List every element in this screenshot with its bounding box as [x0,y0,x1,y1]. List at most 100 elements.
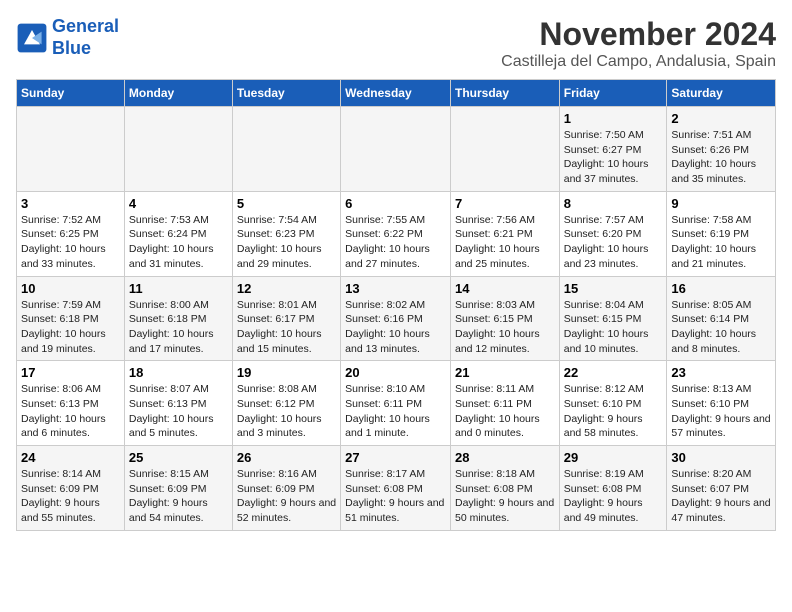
day-info: Sunrise: 7:50 AM Sunset: 6:27 PM Dayligh… [564,128,663,187]
header: General Blue November 2024 Castilleja de… [16,16,776,71]
day-info: Sunrise: 8:08 AM Sunset: 6:12 PM Dayligh… [237,382,336,441]
day-cell: 8Sunrise: 7:57 AM Sunset: 6:20 PM Daylig… [559,191,667,276]
logo-line2: Blue [52,38,91,58]
title-area: November 2024 Castilleja del Campo, Anda… [501,16,776,71]
day-cell: 4 Sunrise: 7:53 AM Sunset: 6:24 PM Daylig… [124,191,232,276]
day-cell: 24Sunrise: 8:14 AM Sunset: 6:09 PM Dayli… [17,446,125,531]
header-thursday: Thursday [450,80,559,107]
day-info: Sunrise: 8:18 AM Sunset: 6:08 PM Dayligh… [455,467,555,526]
day-number: 22 [564,365,663,380]
day-info: Sunrise: 7:53 AM Sunset: 6:24 PM Dayligh… [129,213,228,272]
logo-icon [16,22,48,54]
day-info: Sunrise: 7:56 AM Sunset: 6:21 PM Dayligh… [455,213,555,272]
day-cell: 29 Sunrise: 8:19 AM Sunset: 6:08 PM Dayli… [559,446,667,531]
day-number: 21 [455,365,555,380]
day-info: Sunrise: 8:07 AM Sunset: 6:13 PM Dayligh… [129,382,228,441]
day-cell: 22 Sunrise: 8:12 AM Sunset: 6:10 PM Dayli… [559,361,667,446]
day-number: 19 [237,365,336,380]
location: Castilleja del Campo, Andalusia, Spain [501,53,776,71]
day-cell: 7 Sunrise: 7:56 AM Sunset: 6:21 PM Daylig… [450,191,559,276]
day-number: 29 [564,450,663,465]
day-number: 4 [129,196,228,211]
day-info: Sunrise: 7:51 AM Sunset: 6:26 PM Dayligh… [671,128,771,187]
day-number: 6 [345,196,446,211]
day-cell: 20 Sunrise: 8:10 AM Sunset: 6:11 PM Dayli… [341,361,451,446]
day-number: 17 [21,365,120,380]
day-number: 15 [564,281,663,296]
week-row-2: 10 Sunrise: 7:59 AM Sunset: 6:18 PM Dayli… [17,276,776,361]
day-info: Sunrise: 8:03 AM Sunset: 6:15 PM Dayligh… [455,298,555,357]
day-cell: 13Sunrise: 8:02 AM Sunset: 6:16 PM Dayli… [341,276,451,361]
day-info: Sunrise: 8:20 AM Sunset: 6:07 PM Dayligh… [671,467,771,526]
day-info: Sunrise: 7:55 AM Sunset: 6:22 PM Dayligh… [345,213,446,272]
day-cell: 14 Sunrise: 8:03 AM Sunset: 6:15 PM Dayli… [450,276,559,361]
day-number: 16 [671,281,771,296]
day-cell: 9 Sunrise: 7:58 AM Sunset: 6:19 PM Daylig… [667,191,776,276]
day-cell: 10 Sunrise: 7:59 AM Sunset: 6:18 PM Dayli… [17,276,125,361]
day-number: 9 [671,196,771,211]
day-number: 23 [671,365,771,380]
day-cell: 27Sunrise: 8:17 AM Sunset: 6:08 PM Dayli… [341,446,451,531]
month-title: November 2024 [501,16,776,53]
week-row-4: 24Sunrise: 8:14 AM Sunset: 6:09 PM Dayli… [17,446,776,531]
day-info: Sunrise: 8:12 AM Sunset: 6:10 PM Dayligh… [564,382,663,441]
day-info: Sunrise: 8:13 AM Sunset: 6:10 PM Dayligh… [671,382,771,441]
day-info: Sunrise: 8:00 AM Sunset: 6:18 PM Dayligh… [129,298,228,357]
day-number: 25 [129,450,228,465]
day-info: Sunrise: 7:54 AM Sunset: 6:23 PM Dayligh… [237,213,336,272]
day-cell: 28 Sunrise: 8:18 AM Sunset: 6:08 PM Dayli… [450,446,559,531]
day-cell [232,107,340,192]
header-monday: Monday [124,80,232,107]
day-cell [450,107,559,192]
day-number: 13 [345,281,446,296]
day-cell: 11 Sunrise: 8:00 AM Sunset: 6:18 PM Dayli… [124,276,232,361]
day-number: 30 [671,450,771,465]
day-cell: 26Sunrise: 8:16 AM Sunset: 6:09 PM Dayli… [232,446,340,531]
day-cell: 12Sunrise: 8:01 AM Sunset: 6:17 PM Dayli… [232,276,340,361]
day-cell: 25 Sunrise: 8:15 AM Sunset: 6:09 PM Dayli… [124,446,232,531]
day-number: 18 [129,365,228,380]
day-cell: 30 Sunrise: 8:20 AM Sunset: 6:07 PM Dayli… [667,446,776,531]
day-info: Sunrise: 7:52 AM Sunset: 6:25 PM Dayligh… [21,213,120,272]
calendar-table: SundayMondayTuesdayWednesdayThursdayFrid… [16,79,776,531]
day-info: Sunrise: 7:58 AM Sunset: 6:19 PM Dayligh… [671,213,771,272]
week-row-0: 1 Sunrise: 7:50 AM Sunset: 6:27 PM Daylig… [17,107,776,192]
day-info: Sunrise: 8:11 AM Sunset: 6:11 PM Dayligh… [455,382,555,441]
day-number: 11 [129,281,228,296]
day-number: 1 [564,111,663,126]
week-row-3: 17Sunrise: 8:06 AM Sunset: 6:13 PM Dayli… [17,361,776,446]
day-cell: 2 Sunrise: 7:51 AM Sunset: 6:26 PM Daylig… [667,107,776,192]
day-cell: 5Sunrise: 7:54 AM Sunset: 6:23 PM Daylig… [232,191,340,276]
day-info: Sunrise: 8:19 AM Sunset: 6:08 PM Dayligh… [564,467,663,526]
calendar-header-row: SundayMondayTuesdayWednesdayThursdayFrid… [17,80,776,107]
day-number: 14 [455,281,555,296]
day-info: Sunrise: 8:05 AM Sunset: 6:14 PM Dayligh… [671,298,771,357]
header-saturday: Saturday [667,80,776,107]
day-cell [341,107,451,192]
day-cell: 16 Sunrise: 8:05 AM Sunset: 6:14 PM Dayli… [667,276,776,361]
header-sunday: Sunday [17,80,125,107]
day-number: 3 [21,196,120,211]
logo-text: General Blue [52,16,119,59]
day-number: 2 [671,111,771,126]
day-cell: 19 Sunrise: 8:08 AM Sunset: 6:12 PM Dayli… [232,361,340,446]
day-number: 7 [455,196,555,211]
header-wednesday: Wednesday [341,80,451,107]
logo-line1: General [52,16,119,36]
day-cell: 3 Sunrise: 7:52 AM Sunset: 6:25 PM Daylig… [17,191,125,276]
header-friday: Friday [559,80,667,107]
header-tuesday: Tuesday [232,80,340,107]
day-cell [17,107,125,192]
day-number: 28 [455,450,555,465]
day-number: 20 [345,365,446,380]
day-cell: 18 Sunrise: 8:07 AM Sunset: 6:13 PM Dayli… [124,361,232,446]
day-cell: 17Sunrise: 8:06 AM Sunset: 6:13 PM Dayli… [17,361,125,446]
day-number: 24 [21,450,120,465]
day-number: 27 [345,450,446,465]
day-info: Sunrise: 7:59 AM Sunset: 6:18 PM Dayligh… [21,298,120,357]
day-number: 10 [21,281,120,296]
day-info: Sunrise: 8:15 AM Sunset: 6:09 PM Dayligh… [129,467,228,526]
day-info: Sunrise: 8:10 AM Sunset: 6:11 PM Dayligh… [345,382,446,441]
day-cell: 15Sunrise: 8:04 AM Sunset: 6:15 PM Dayli… [559,276,667,361]
day-cell: 23 Sunrise: 8:13 AM Sunset: 6:10 PM Dayli… [667,361,776,446]
